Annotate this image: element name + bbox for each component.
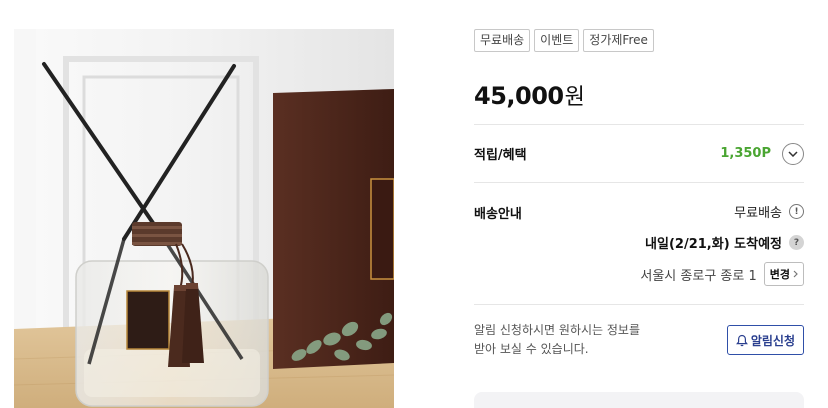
tag-free-shipping: 무료배송 — [474, 29, 531, 52]
notify-row: 알림 신청하시면 원하시는 정보를 받아 보실 수 있습니다. 알림신청 — [474, 305, 804, 375]
shipping-address: 서울시 종로구 종로 1 — [640, 268, 757, 284]
tag-fixed-price-free: 정가제Free — [583, 29, 654, 52]
points-label: 적립/혜택 — [474, 148, 527, 163]
price-amount: 45,000 — [474, 82, 564, 110]
points-expand-button[interactable] — [782, 142, 804, 165]
arrival-row: 내일(2/21,화) 도착예정 ? — [645, 233, 804, 252]
shipping-fee: 무료배송 — [734, 206, 782, 221]
points-row: 적립/혜택 1,350P — [474, 125, 804, 182]
shipping-section: 배송안내 무료배송 ! 내일(2/21,화) 도착예정 ? 서울시 종로구 종로… — [474, 183, 804, 304]
price: 45,000 원 — [474, 79, 804, 110]
bell-icon — [735, 334, 748, 346]
shipping-fee-row: 무료배송 ! — [734, 202, 804, 221]
notify-text-line2: 받아 보실 수 있습니다. — [474, 342, 589, 356]
info-icon[interactable]: ! — [789, 204, 804, 219]
benefit-tags: 무료배송 이벤트 정가제Free — [474, 29, 804, 52]
product-image[interactable] — [14, 29, 394, 408]
change-address-label: 변경 — [769, 268, 790, 281]
address-row: 서울시 종로구 종로 1 변경 — [640, 262, 804, 286]
option-box[interactable] — [474, 392, 804, 408]
shipping-label: 배송안내 — [474, 207, 522, 222]
tag-event: 이벤트 — [534, 29, 580, 52]
change-address-button[interactable]: 변경 — [763, 262, 804, 286]
arrival-date: 내일(2/21,화) 도착예정 — [645, 237, 782, 252]
notify-description: 알림 신청하시면 원하시는 정보를 받아 보실 수 있습니다. — [474, 321, 640, 359]
price-currency: 원 — [564, 85, 585, 110]
notify-text-line1: 알림 신청하시면 원하시는 정보를 — [474, 323, 641, 337]
product-info-panel: 무료배송 이벤트 정가제Free 45,000 원 적립/혜택 1,350P 배… — [474, 29, 804, 375]
help-icon[interactable]: ? — [789, 235, 804, 250]
points-summary: 1,350P — [720, 142, 804, 165]
points-value: 1,350P — [720, 146, 771, 161]
chevron-right-icon — [793, 270, 798, 278]
notify-button-label: 알림신청 — [750, 333, 795, 348]
notify-button[interactable]: 알림신청 — [726, 325, 804, 355]
chevron-down-icon — [788, 150, 798, 157]
